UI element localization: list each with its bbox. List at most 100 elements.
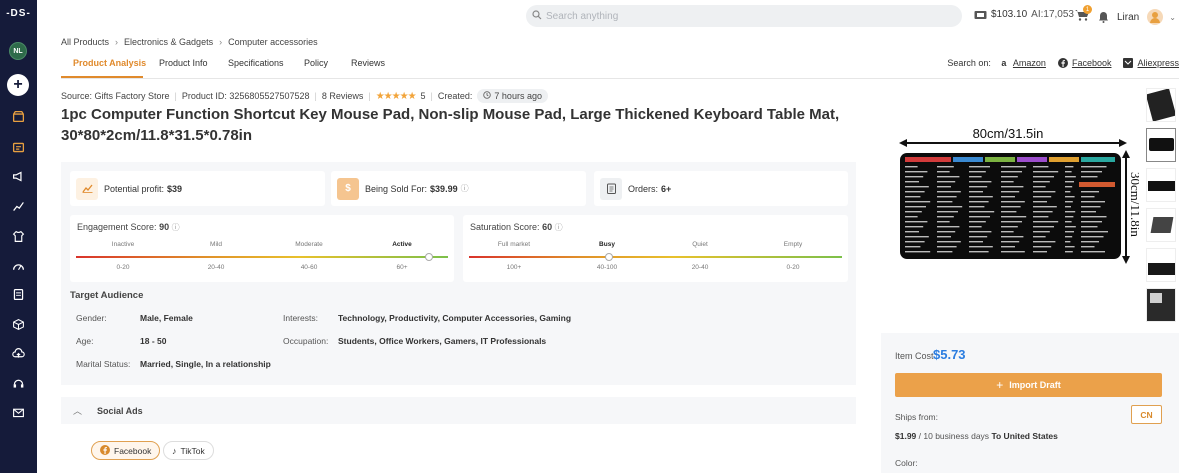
document-icon[interactable] <box>10 286 26 302</box>
facebook-link[interactable]: Facebook <box>1072 58 1112 68</box>
engagement-range-label: 40-60 <box>300 264 318 271</box>
thumbnail[interactable] <box>1146 168 1176 202</box>
thumbnail[interactable] <box>1146 88 1176 122</box>
pad-text-line <box>1033 186 1046 188</box>
saturation-marker <box>604 253 613 261</box>
ships-from-label: Ships from: <box>895 412 938 422</box>
shirt-icon[interactable] <box>10 228 26 244</box>
wallet-icon <box>974 10 987 20</box>
pad-text-line <box>1081 191 1099 193</box>
pad-text-line <box>1001 206 1021 208</box>
cloud-upload-icon[interactable] <box>10 345 26 361</box>
pad-text-line <box>969 206 985 208</box>
review-count[interactable]: 8 Reviews <box>322 91 364 101</box>
pad-text-line <box>969 226 982 228</box>
search-input[interactable] <box>546 10 946 22</box>
engagement-level-label: Inactive <box>111 241 135 248</box>
pad-text-line <box>1001 251 1025 253</box>
pad-text-line <box>937 216 954 218</box>
support-icon[interactable] <box>10 375 26 391</box>
amazon-link[interactable]: Amazon <box>1013 58 1046 68</box>
mail-icon[interactable] <box>10 404 26 420</box>
tab-policy[interactable]: Policy <box>304 58 328 68</box>
tab-specifications[interactable]: Specifications <box>228 58 284 68</box>
user-menu[interactable]: Liran ⌄ <box>1098 9 1176 25</box>
pad-text-line <box>905 221 928 223</box>
pad-text-line <box>1065 216 1074 218</box>
pad-text-line <box>1033 191 1056 193</box>
tab-reviews[interactable]: Reviews <box>351 58 385 68</box>
thumbnail[interactable] <box>1146 248 1176 282</box>
help-icon[interactable]: ⓘ <box>172 223 180 232</box>
pad-text-line <box>969 231 992 233</box>
shipping-days: / 10 business days <box>918 431 990 441</box>
pad-text-line <box>1065 186 1073 188</box>
product-main-image[interactable]: 80cm/31.5in 30cm/11.8in <box>893 118 1143 283</box>
store-icon[interactable] <box>10 108 26 124</box>
engagement-level-label: Mild <box>210 241 222 248</box>
add-button[interactable]: + <box>7 74 29 96</box>
breadcrumb-item[interactable]: All Products <box>61 37 109 47</box>
thumbnail-selected[interactable] <box>1146 128 1176 162</box>
box-icon[interactable] <box>10 316 26 332</box>
pad-text-line <box>969 166 990 168</box>
speedometer-icon[interactable] <box>10 258 26 274</box>
tiktok-chip-label: TikTok <box>180 445 205 456</box>
help-icon[interactable]: ⓘ <box>555 223 563 232</box>
clipboard-icon <box>600 177 622 200</box>
pad-text-line <box>1033 211 1053 213</box>
chevron-up-icon[interactable]: ︿ <box>73 404 83 417</box>
cart-button[interactable]: 1 <box>1075 5 1092 21</box>
pad-text-line <box>905 231 919 233</box>
pad-text-line <box>1081 171 1102 173</box>
pad-text-line <box>1033 171 1059 173</box>
pad-text-line <box>905 216 918 218</box>
global-search[interactable] <box>526 5 962 27</box>
megaphone-icon[interactable] <box>10 168 26 184</box>
notification-icon <box>1098 11 1109 23</box>
gender-value: Male, Female <box>140 313 193 323</box>
analytics-icon[interactable] <box>10 198 26 214</box>
pad-text-line <box>905 206 926 208</box>
engagement-label: Engagement Score: 90 ⓘ <box>77 222 180 232</box>
pad-text-line <box>1081 226 1098 228</box>
aliexpress-icon <box>1123 58 1134 68</box>
breadcrumb-item[interactable]: Electronics & Gadgets <box>124 37 213 47</box>
pad-text-line <box>937 206 963 208</box>
social-ads-section-header[interactable]: ︿ Social Ads <box>61 397 856 424</box>
facebook-ads-chip[interactable]: Facebook <box>91 441 161 460</box>
source-store[interactable]: Source: Gifts Factory Store <box>61 91 170 101</box>
tiktok-ads-chip[interactable]: ♪ TikTok <box>163 441 214 460</box>
pad-text-line <box>937 231 956 233</box>
pad-text-line <box>905 241 925 243</box>
balance-display[interactable]: $103.10 AI:17,053 <box>974 9 1074 20</box>
pad-text-line <box>905 211 922 213</box>
age-value: 18 - 50 <box>140 336 167 346</box>
pad-text-line <box>937 181 956 183</box>
item-cost-value: $5.73 <box>933 347 966 362</box>
pad-text-line <box>1001 211 1017 213</box>
pad-text-line <box>1033 221 1059 223</box>
aliexpress-link[interactable]: Aliexpress <box>1137 58 1179 68</box>
thumbnail[interactable] <box>1146 208 1176 242</box>
orders-icon[interactable] <box>10 139 26 155</box>
tab-product-info[interactable]: Product Info <box>159 58 208 68</box>
help-icon[interactable]: ⓘ <box>461 183 469 194</box>
breadcrumb-item[interactable]: Computer accessories <box>228 37 318 47</box>
user-avatar[interactable]: NL <box>9 42 27 60</box>
orders-value: 6+ <box>661 183 672 194</box>
tab-product-analysis[interactable]: Product Analysis <box>73 58 146 68</box>
pad-text-line <box>905 226 924 228</box>
divider: | <box>368 91 371 101</box>
pad-text-line <box>937 201 953 203</box>
ships-from-cn-option[interactable]: CN <box>1131 405 1162 424</box>
app-logo[interactable]: -DS- <box>3 8 34 19</box>
profit-label: Potential profit: <box>104 183 165 194</box>
import-draft-button[interactable]: + Import Draft <box>895 373 1162 397</box>
interests-label: Interests: <box>283 313 318 323</box>
chevron-down-icon: ⌄ <box>1169 12 1176 22</box>
pad-text-line <box>905 171 928 173</box>
dollar-icon: $ <box>337 177 359 200</box>
thumbnail[interactable] <box>1146 288 1176 322</box>
pad-text-line <box>937 186 951 188</box>
